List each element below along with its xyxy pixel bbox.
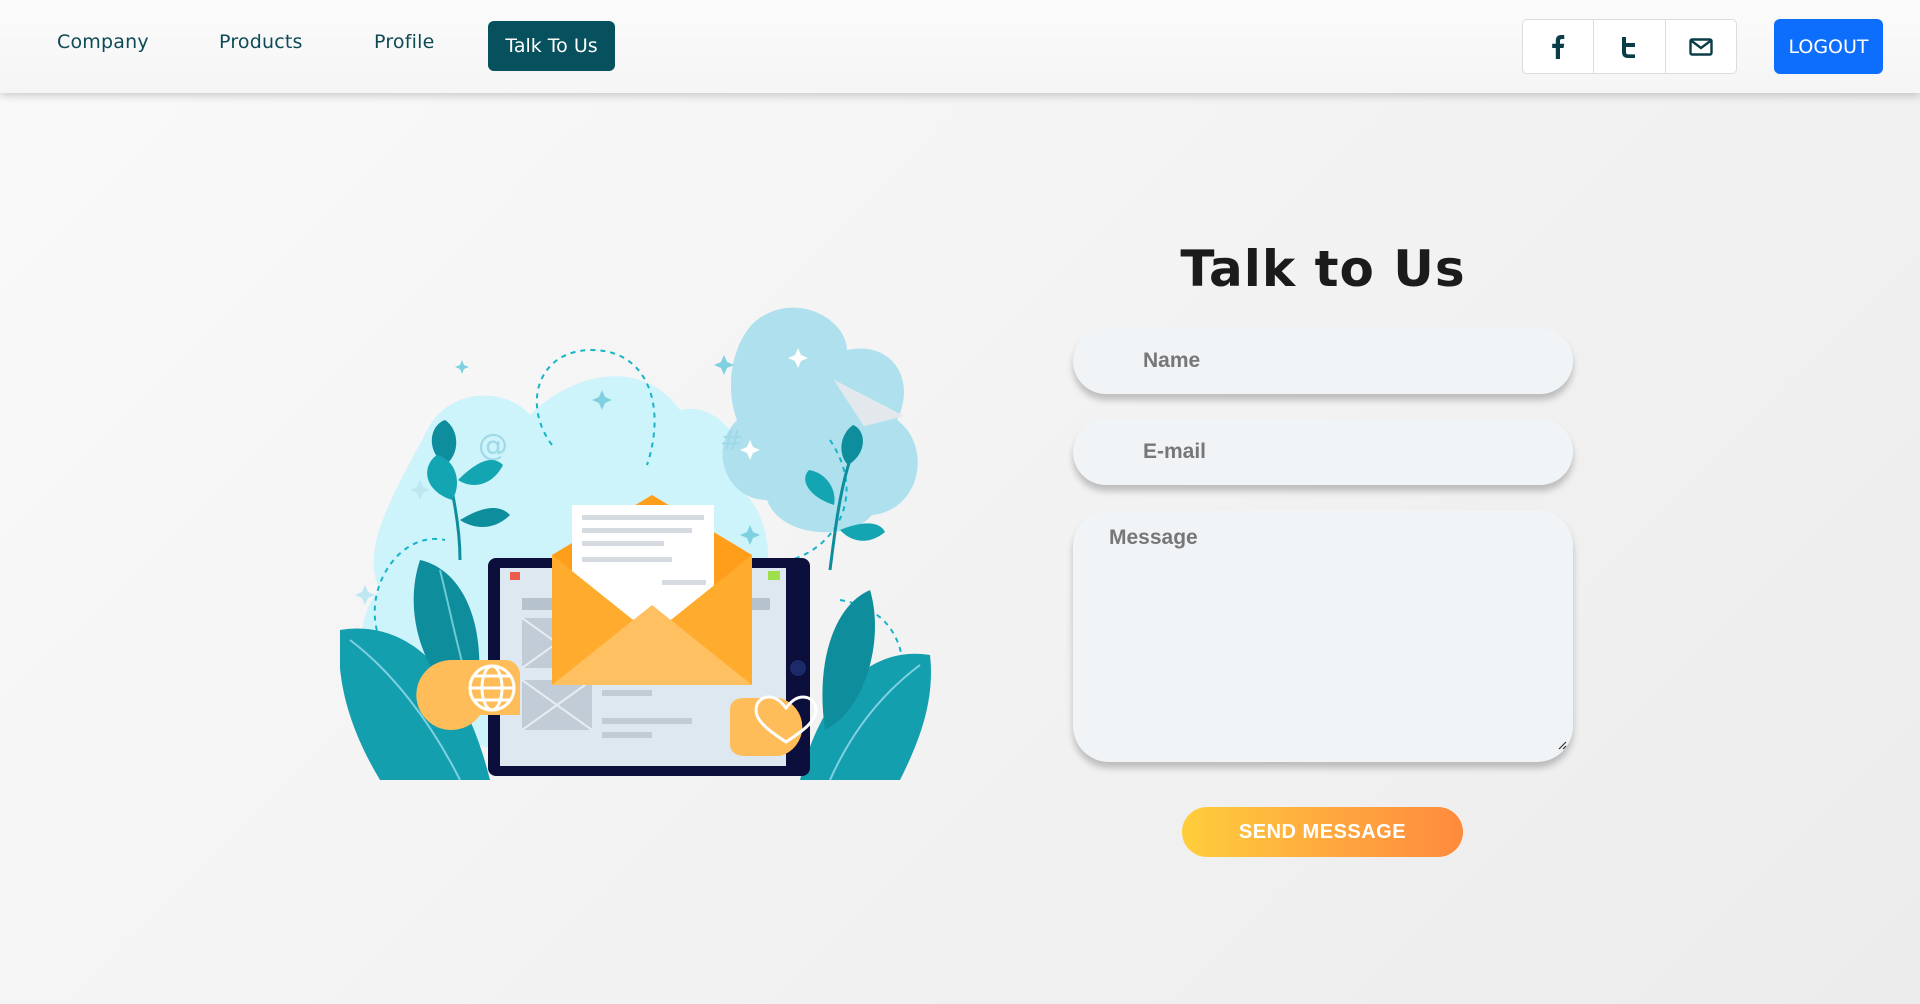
social-links: [1522, 19, 1737, 74]
message-placeholder: Message: [1109, 526, 1198, 549]
name-input[interactable]: Name: [1073, 328, 1573, 394]
email-placeholder: E-mail: [1143, 440, 1207, 463]
facebook-icon: [1551, 34, 1565, 59]
mail-button[interactable]: [1666, 20, 1736, 73]
resize-handle-icon[interactable]: [1557, 732, 1567, 756]
tumblr-button[interactable]: [1594, 20, 1666, 73]
nav-link-products[interactable]: Products: [219, 31, 303, 53]
tumblr-icon: [1619, 35, 1639, 59]
logout-button[interactable]: LOGOUT: [1774, 19, 1883, 74]
message-textarea[interactable]: Message: [1073, 510, 1573, 762]
email-input[interactable]: E-mail: [1073, 419, 1573, 485]
nav-link-profile[interactable]: Profile: [374, 31, 434, 53]
mail-icon: [1689, 37, 1713, 56]
contact-illustration: @ #: [339, 300, 1000, 781]
page-title: Talk to Us: [1180, 240, 1466, 298]
svg-text:#: #: [720, 424, 743, 457]
svg-text:@: @: [478, 428, 508, 463]
nav-link-company[interactable]: Company: [57, 31, 149, 53]
name-placeholder: Name: [1143, 349, 1201, 372]
send-message-button[interactable]: SEND MESSAGE: [1182, 807, 1463, 857]
nav-link-talk-to-us[interactable]: Talk To Us: [488, 21, 615, 71]
facebook-button[interactable]: [1523, 20, 1595, 73]
top-navbar: Company Products Profile Talk To Us LOGO…: [0, 0, 1920, 93]
